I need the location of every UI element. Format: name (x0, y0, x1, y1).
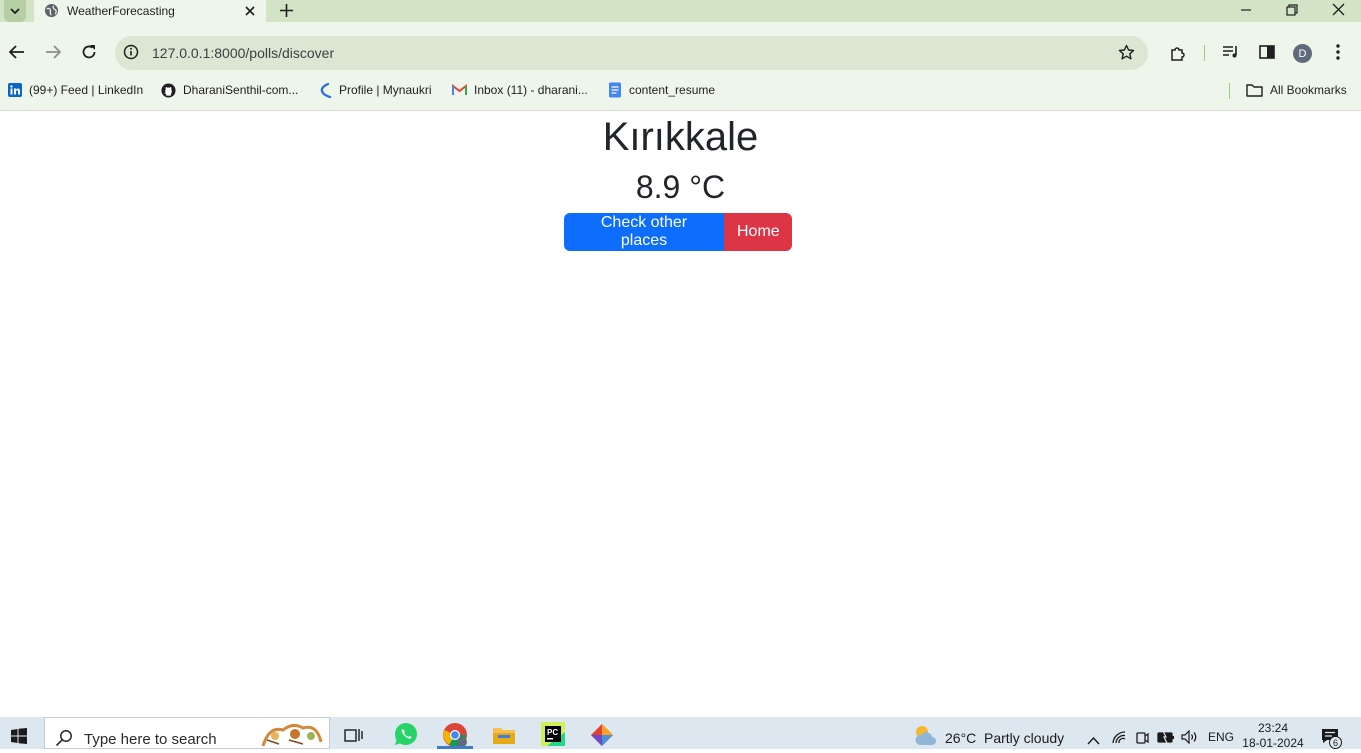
docs-icon (608, 82, 622, 98)
taskbar-clock[interactable]: 23:24 18-01-2024 (1238, 721, 1308, 751)
bookmark-star-icon[interactable] (1118, 44, 1135, 66)
bookmarks-divider (1229, 83, 1230, 99)
bookmark-naukri[interactable]: Profile | Mynaukri (318, 78, 431, 102)
media-controls-icon[interactable] (1222, 44, 1240, 65)
extensions-icon[interactable] (1169, 44, 1187, 67)
weather-temperature[interactable]: 26°C (945, 730, 976, 746)
search-placeholder: Type here to search (84, 731, 217, 748)
wifi-icon[interactable] (1112, 731, 1127, 749)
temperature: 8.9 °C (635, 169, 726, 205)
bookmark-gmail[interactable]: Inbox (11) - dharani... (452, 78, 588, 102)
restore-icon[interactable] (1286, 3, 1298, 22)
taskbar: Type here to search PC 26°C Partly cloud… (0, 717, 1361, 751)
language-indicator[interactable]: ENG (1208, 730, 1234, 744)
bookmark-label: Inbox (11) - dharani... (474, 83, 588, 97)
chrome-icon[interactable] (442, 722, 468, 748)
whatsapp-icon[interactable] (393, 721, 419, 747)
browser-tab[interactable]: WeatherForecasting (34, 0, 266, 22)
side-panel-icon[interactable] (1259, 44, 1275, 65)
clock-time: 23:24 (1257, 721, 1289, 735)
bookmark-docs[interactable]: content_resume (608, 78, 715, 102)
bookmark-label: DharaniSenthil-com... (183, 83, 299, 97)
reload-icon[interactable] (81, 44, 97, 65)
back-icon[interactable] (8, 45, 25, 64)
tab-strip: WeatherForecasting (0, 0, 1361, 22)
address-bar[interactable]: 127.0.0.1:8000/polls/discover (115, 36, 1148, 70)
toolbar-divider (1204, 45, 1205, 61)
site-info-icon[interactable] (123, 44, 139, 65)
more-menu-icon[interactable] (1336, 44, 1340, 65)
bookmark-linkedin[interactable]: (99+) Feed | LinkedIn (8, 78, 143, 102)
all-bookmarks-label: All Bookmarks (1270, 83, 1347, 97)
browser-toolbar: 127.0.0.1:8000/polls/discover D (0, 22, 1361, 78)
home-button[interactable]: Home (724, 213, 792, 251)
meet-now-icon[interactable] (1136, 730, 1149, 750)
tab-title: WeatherForecasting (67, 4, 175, 18)
action-button-group: Check other places Home (564, 213, 792, 251)
check-other-places-button[interactable]: Check other places (564, 213, 724, 251)
chevron-up-icon[interactable] (1087, 732, 1100, 750)
minimize-icon[interactable] (1240, 3, 1252, 22)
pycharm-icon[interactable]: PC (541, 722, 567, 748)
city-name: Kırıkkale (602, 115, 759, 159)
bookmark-github[interactable]: DharaniSenthil-com... (161, 78, 298, 102)
notification-count-badge: 6 (1329, 736, 1342, 749)
search-highlight-icon (259, 720, 323, 753)
bookmark-label: (99+) Feed | LinkedIn (29, 83, 144, 97)
battery-icon[interactable] (1157, 730, 1175, 749)
taskbar-search-box[interactable]: Type here to search (44, 717, 330, 749)
close-tab-icon[interactable] (244, 4, 256, 22)
task-view-icon[interactable] (344, 727, 370, 753)
folder-icon (1246, 83, 1263, 97)
bookmarks-bar: (99+) Feed | LinkedIn DharaniSenthil-com… (0, 78, 1361, 111)
weather-description[interactable]: Partly cloudy (984, 730, 1064, 746)
bookmark-label: content_resume (629, 83, 716, 97)
naukri-icon (318, 82, 332, 98)
gmail-icon (452, 84, 467, 96)
globe-icon (44, 3, 59, 23)
volume-icon[interactable] (1181, 729, 1198, 749)
linkedin-icon (8, 83, 22, 97)
tab-search-button[interactable] (4, 0, 26, 22)
bookmark-label: Profile | Mynaukri (339, 83, 432, 97)
new-tab-icon[interactable] (279, 3, 294, 23)
profile-avatar[interactable]: D (1293, 44, 1312, 63)
page-content: Kırıkkale 8.9 °C Check other places Home (0, 111, 1361, 717)
url-text: 127.0.0.1:8000/polls/discover (152, 45, 335, 61)
git-tool-icon[interactable] (590, 723, 616, 749)
all-bookmarks-button[interactable]: All Bookmarks (1246, 78, 1347, 102)
close-window-icon[interactable] (1332, 3, 1345, 22)
forward-icon[interactable] (45, 45, 62, 64)
svg-text:PC: PC (547, 728, 558, 737)
weather-partly-cloudy-icon[interactable] (912, 723, 938, 749)
windows-start-icon[interactable] (11, 728, 27, 749)
file-explorer-icon[interactable] (492, 725, 518, 751)
chevron-down-icon (10, 8, 20, 15)
github-icon (161, 82, 176, 98)
